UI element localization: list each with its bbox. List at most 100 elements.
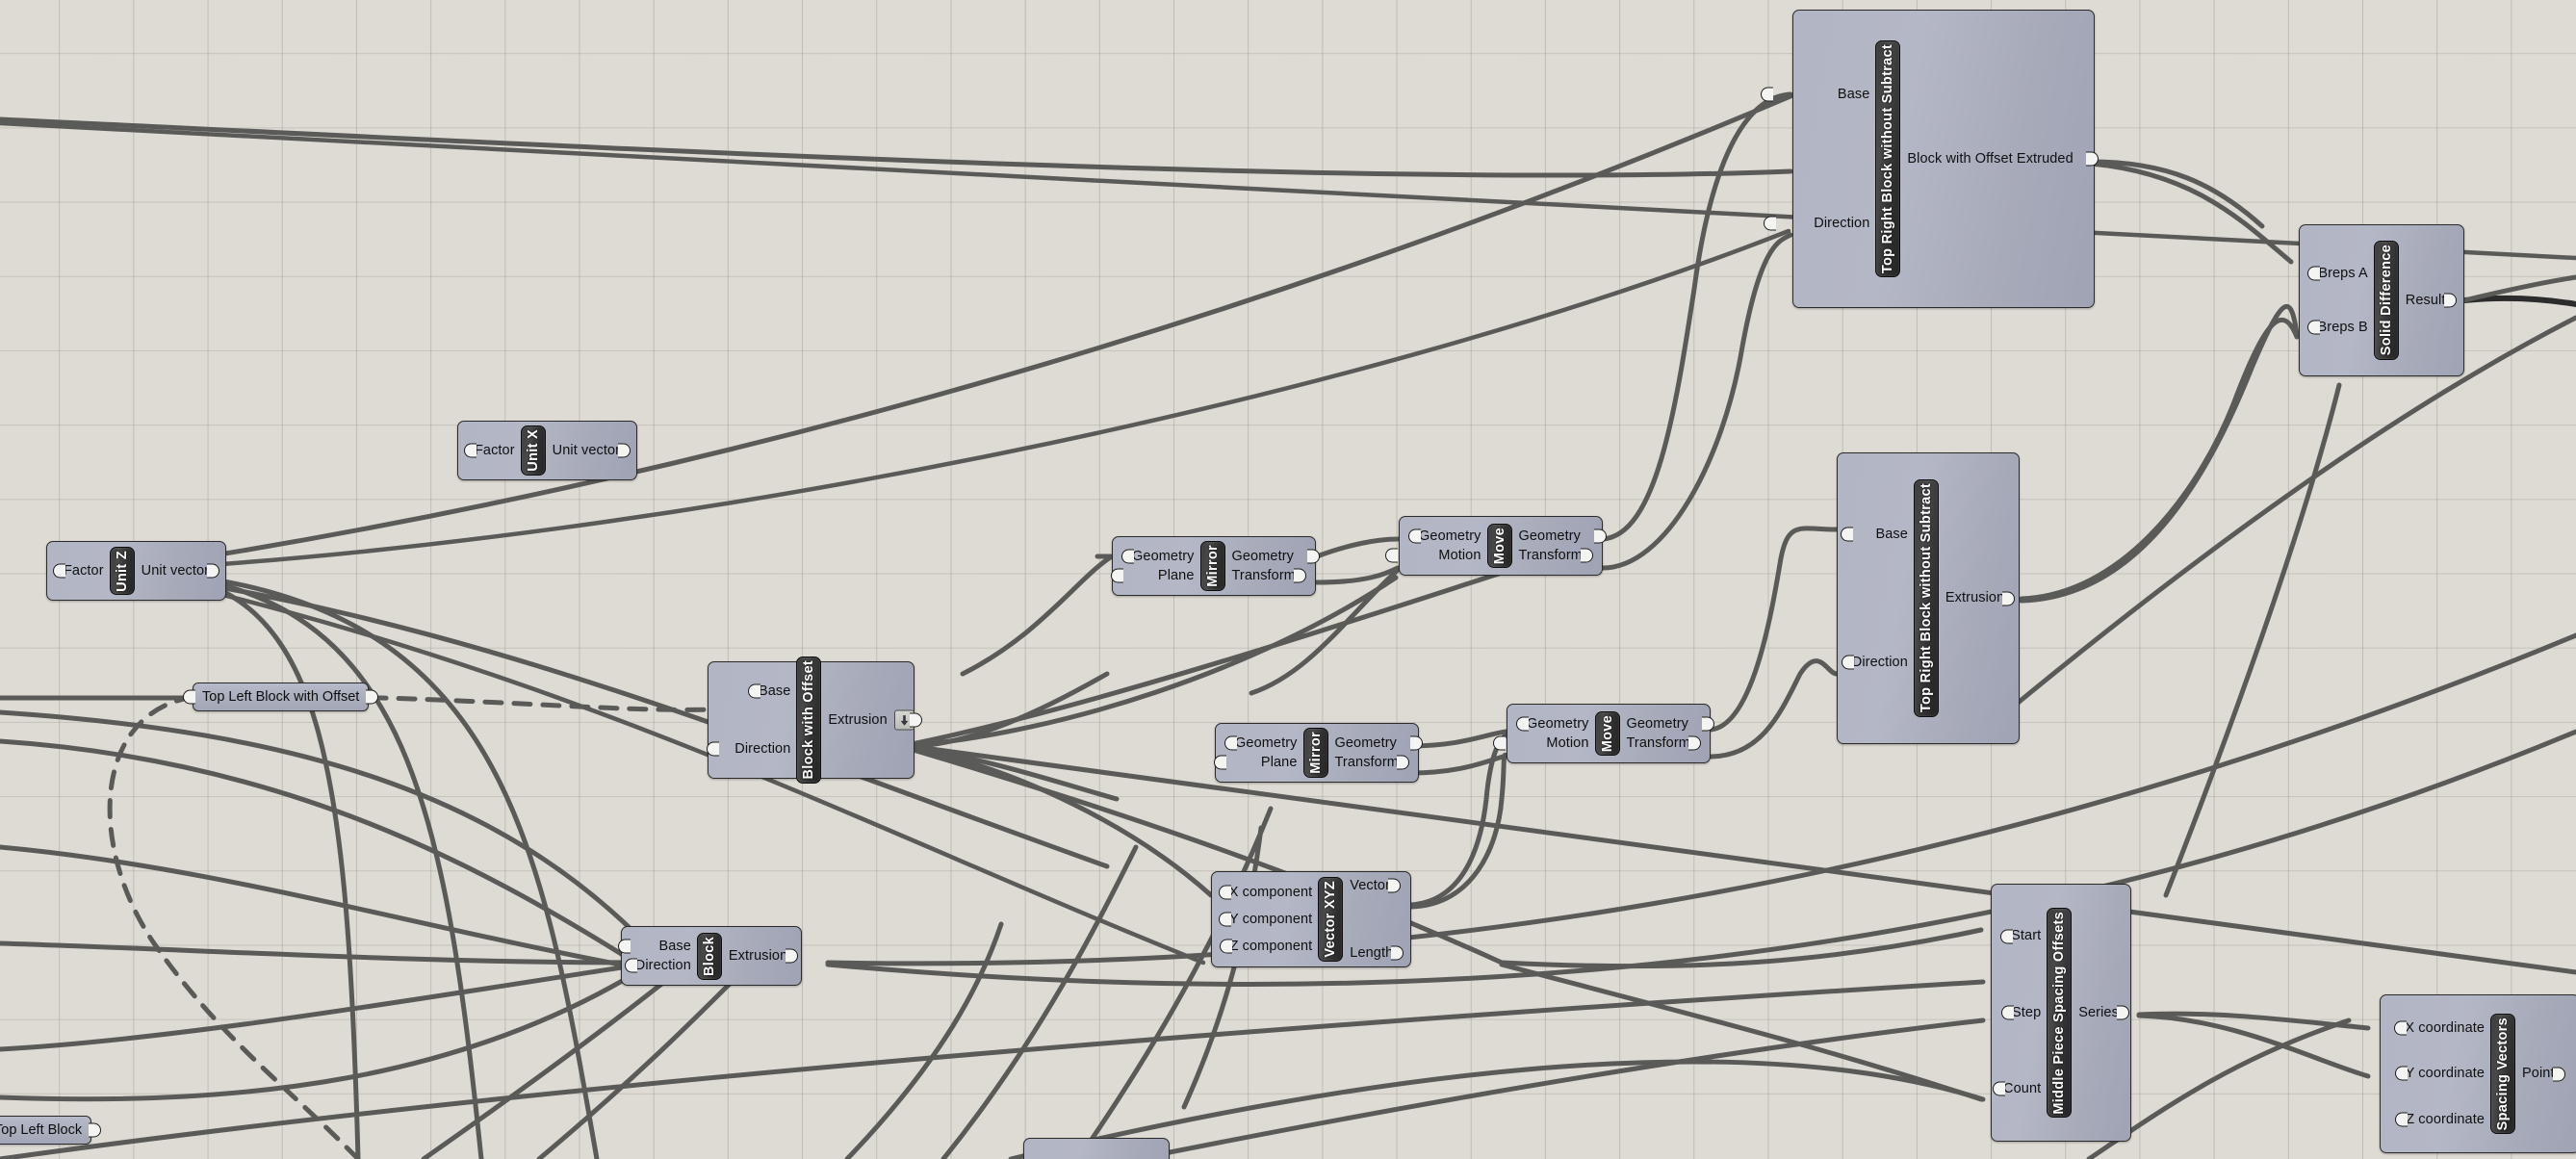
port-series[interactable]: Series	[2078, 1005, 2129, 1020]
port-nib-in[interactable]	[1760, 87, 1773, 102]
node-middle-piece-spacing-offsets[interactable]: Start Step Count Middle Piece Spacing Of…	[1991, 884, 2131, 1142]
port-nib-in[interactable]	[707, 741, 720, 757]
port-nib-out[interactable]	[366, 689, 379, 705]
port-nib-out[interactable]	[2085, 151, 2099, 167]
node-title-bar[interactable]: Unit X	[520, 425, 546, 476]
port-nib-in[interactable]	[2000, 929, 2014, 944]
port-nib-in[interactable]	[1213, 755, 1226, 770]
node-title-bar[interactable]: Top Right Block without Subtract	[1913, 479, 1939, 717]
port-result[interactable]: Result	[2406, 293, 2457, 308]
port-direction[interactable]: Direction	[624, 958, 691, 973]
port-step[interactable]: Step	[2001, 1005, 2041, 1020]
port-transform[interactable]: Transform	[1335, 755, 1409, 770]
port-base[interactable]: Base	[747, 683, 790, 699]
port-count[interactable]: Count	[1993, 1081, 2041, 1096]
node-top-right-block-without-subtract-2[interactable]: Base Direction Top Right Block without S…	[1837, 452, 2020, 744]
port-nib-out[interactable]	[1701, 716, 1714, 732]
port-nib-in[interactable]	[1110, 568, 1123, 583]
node-block[interactable]: Base Direction Block Extrusion	[618, 926, 802, 986]
port-x-coordinate[interactable]: X coordinate	[2394, 1020, 2485, 1036]
port-geometry[interactable]: Geometry	[1408, 528, 1481, 544]
port-transform[interactable]: Transform	[1232, 568, 1306, 583]
port-start[interactable]: Start	[2000, 929, 2041, 944]
port-nib-out[interactable]	[89, 1122, 102, 1138]
port-nib-in[interactable]	[1224, 735, 1238, 751]
node-title-bar[interactable]: Vector XYZ	[1318, 877, 1344, 962]
port-direction[interactable]: Direction	[707, 741, 790, 757]
port-nib-out[interactable]	[1396, 755, 1409, 770]
port-geometry-out[interactable]: Geometry	[1519, 528, 1607, 544]
port-nib-in[interactable]	[2394, 1020, 2408, 1036]
port-transform[interactable]: Transform	[1519, 548, 1593, 563]
param-top-left-block-with-offset[interactable]: Top Left Block with Offset	[183, 683, 379, 711]
node-title-bar[interactable]: Top Right Block without Subtract	[1875, 39, 1901, 278]
port-nib-in[interactable]	[1841, 655, 1854, 670]
node-title-bar[interactable]: Block	[696, 932, 722, 980]
port-nib-in[interactable]	[618, 939, 631, 954]
port-nib-in[interactable]	[624, 958, 637, 973]
port-base[interactable]: Base	[618, 939, 691, 954]
port-nib-in[interactable]	[183, 689, 195, 705]
port-nib-out[interactable]	[618, 443, 631, 458]
node-unit-x[interactable]: Factor Unit X Unit vector	[457, 421, 637, 480]
port-unit-vector[interactable]: Unit vector	[142, 563, 220, 579]
port-nib-out[interactable]	[2002, 591, 2016, 605]
node-title-bar[interactable]: Mirror	[1199, 541, 1225, 591]
node-title-bar[interactable]: Block with Offset	[796, 657, 822, 784]
port-nib-in[interactable]	[1219, 912, 1232, 927]
port-breps-a[interactable]: Breps A	[2307, 266, 2368, 281]
node-unit-z[interactable]: Factor Unit Z Unit vector	[46, 541, 226, 601]
port-plane[interactable]: Plane	[1213, 755, 1298, 770]
node-mirror-1[interactable]: Geometry Plane Mirror Geometry Transform	[1110, 536, 1320, 596]
node-title-bar[interactable]: Move	[1594, 710, 1620, 757]
port-direction[interactable]: Direction	[1841, 655, 1908, 670]
param-top-left-block[interactable]: Top Left Block	[0, 1116, 102, 1145]
port-nib-out[interactable]	[2116, 1005, 2129, 1020]
port-geometry[interactable]: Geometry	[1121, 549, 1194, 564]
node-mirror-2[interactable]: Geometry Plane Mirror Geometry Transform	[1213, 723, 1423, 783]
port-nib-in[interactable]	[1841, 527, 1854, 542]
port-x-component[interactable]: X component	[1218, 885, 1313, 900]
port-factor[interactable]: Factor	[52, 563, 104, 579]
port-geometry-out[interactable]: Geometry	[1232, 549, 1320, 564]
node-spacing-vectors[interactable]: X coordinate Y coordinate Z coordinate S…	[2380, 994, 2576, 1153]
port-nib-in[interactable]	[1385, 548, 1399, 563]
port-nib-in[interactable]	[1516, 716, 1530, 732]
port-nib-in[interactable]	[747, 683, 760, 699]
port-nib-in[interactable]	[2395, 1112, 2409, 1127]
port-nib-in[interactable]	[52, 563, 65, 579]
port-motion[interactable]: Motion	[1385, 548, 1481, 563]
port-nib-in[interactable]	[1408, 528, 1422, 544]
node-vector-xyz[interactable]: X component Y component Z component Vect…	[1211, 871, 1411, 967]
port-base[interactable]: Base	[1841, 527, 1908, 542]
node-title-bar[interactable]: Spacing Vectors	[2490, 1013, 2516, 1135]
node-block-with-offset[interactable]: Base Direction Block with Offset Extrusi…	[707, 657, 922, 784]
port-nib-out[interactable]	[1409, 735, 1423, 751]
port-nib-out[interactable]	[2552, 1067, 2565, 1081]
port-nib-out[interactable]	[1391, 945, 1404, 961]
node-title-bar[interactable]: Move	[1486, 523, 1512, 569]
port-length[interactable]: Length	[1350, 945, 1404, 961]
port-nib-in[interactable]	[1493, 735, 1507, 751]
port-geometry[interactable]: Geometry	[1516, 716, 1588, 732]
port-geometry-out[interactable]: Geometry	[1335, 735, 1423, 751]
node-solid-difference[interactable]: Breps A Breps B Solid Difference Result	[2299, 224, 2464, 376]
node-title-bar[interactable]: Mirror	[1302, 728, 1328, 778]
port-nib-in[interactable]	[2307, 266, 2321, 281]
node-title-bar[interactable]: Solid Difference	[2373, 241, 2399, 360]
port-nib-in[interactable]	[2001, 1005, 2015, 1020]
node-top-right-block-without-subtract-1[interactable]: Base Direction Top Right Block without S…	[1760, 10, 2099, 308]
port-nib-out[interactable]	[1293, 568, 1306, 583]
port-z-component[interactable]: Z component	[1219, 939, 1313, 954]
port-factor[interactable]: Factor	[463, 443, 515, 458]
port-plane[interactable]: Plane	[1110, 568, 1195, 583]
port-nib-out[interactable]	[786, 948, 799, 964]
port-unit-vector[interactable]: Unit vector	[553, 443, 631, 458]
port-nib-in[interactable]	[2306, 320, 2320, 335]
port-nib-out[interactable]	[1388, 878, 1402, 893]
port-geometry-out[interactable]: Geometry	[1627, 716, 1714, 732]
port-nib-in[interactable]	[1993, 1081, 2006, 1096]
port-nib-out[interactable]	[207, 563, 220, 579]
port-extrusion[interactable]: Extrusion	[828, 709, 922, 731]
port-transform[interactable]: Transform	[1627, 735, 1701, 751]
